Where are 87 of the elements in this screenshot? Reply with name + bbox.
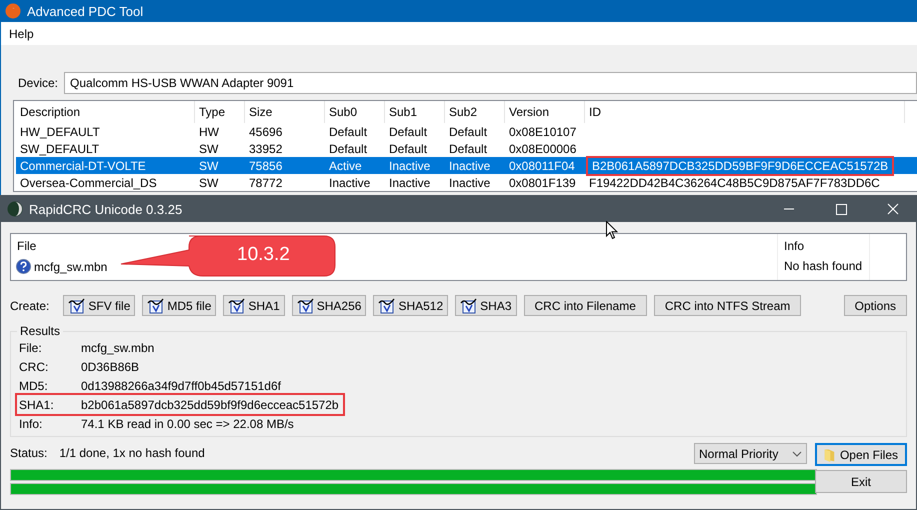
result-value: mcfg_sw.mbn	[81, 340, 154, 354]
table-cell: HW	[199, 124, 219, 138]
exit-button[interactable]: Exit	[815, 470, 907, 493]
checksum-file-icon	[460, 298, 478, 314]
chevron-down-icon	[792, 450, 802, 456]
table-cell: Active	[329, 158, 362, 172]
column-header[interactable]: Size	[245, 101, 325, 123]
table-cell: 78772	[249, 176, 282, 190]
menu-item[interactable]: Help	[9, 26, 34, 40]
table-cell: 75856	[249, 158, 282, 172]
create-label: Create:	[10, 298, 50, 312]
table-cell: SW_DEFAULT	[20, 142, 100, 156]
table-cell: 0x08E00006	[509, 142, 576, 156]
table-cell: Default	[329, 142, 368, 156]
result-value: 0d13988266a34f9d7ff0b45d57151d6f	[81, 378, 281, 392]
checksum-file-icon	[147, 298, 166, 314]
create-button[interactable]: SHA512	[373, 295, 448, 316]
status-label: Status:	[10, 446, 48, 460]
info-text: No hash found	[784, 259, 864, 273]
checksum-file-icon	[296, 298, 315, 314]
table-cell: Default	[389, 124, 428, 138]
table-cell: Default	[389, 142, 428, 156]
result-label: Info:	[19, 416, 44, 430]
table-cell: SW	[199, 142, 218, 156]
app-logo-icon	[5, 3, 21, 19]
result-value: 0D36B86B	[81, 360, 140, 374]
result-value: b2b061a5897dcb325dd59bf9f9d6ecceac51572b	[81, 398, 339, 412]
result-value: 74.1 KB read in 0.00 sec => 22.08 MB/s	[81, 416, 294, 430]
column-header[interactable]: Sub2	[445, 101, 505, 123]
table-row[interactable]: HW_DEFAULT HW 45696 Default Default Default 0x08E10107	[16, 123, 917, 140]
column-header[interactable]: Info	[784, 239, 869, 253]
app-logo-icon	[7, 201, 23, 217]
checksum-file-icon	[68, 298, 86, 314]
table-cell: Inactive	[449, 176, 490, 190]
column-header[interactable]: ID	[585, 101, 905, 123]
result-label: MD5:	[19, 378, 49, 392]
question-icon	[16, 259, 31, 274]
table-row[interactable]: Commercial-DT-VOLTE SW 75856 Active Inactive Inactive 0x08011F04 B2B061A5897DCB325DD59BF9F9D6ECCEAC51572B	[16, 157, 917, 174]
table-cell: B2B061A5897DCB325DD59BF9F9D6ECCEAC51572B	[589, 158, 892, 172]
result-label: File:	[19, 340, 43, 354]
open-files-button[interactable]: Open Files	[815, 443, 907, 466]
create-button[interactable]: SHA256	[292, 295, 366, 316]
create-button[interactable]: MD5 file	[142, 295, 216, 316]
create-button[interactable]: SHA3	[455, 295, 517, 316]
create-button[interactable]: CRC into Filename	[524, 295, 647, 316]
table-cell: Inactive	[389, 158, 430, 172]
checksum-file-icon	[378, 298, 396, 314]
create-button[interactable]: CRC into NTFS Stream	[654, 295, 802, 316]
column-header[interactable]: Sub0	[325, 101, 385, 123]
checksum-file-icon	[228, 298, 246, 314]
table-cell: 0x0801F139	[509, 176, 576, 190]
table-cell: HW_DEFAULT	[20, 124, 100, 138]
table-cell: Default	[449, 142, 488, 156]
table-cell: Default	[329, 124, 368, 138]
window-title: RapidCRC Unicode 0.3.25	[29, 202, 182, 216]
table-cell: 33952	[249, 142, 282, 156]
create-button[interactable]: SFV file	[63, 295, 136, 316]
column-header[interactable]: Description	[16, 101, 195, 123]
column-header[interactable]: Version	[505, 101, 585, 123]
table-cell: SW	[199, 176, 218, 190]
table-cell: 0x08E10107	[509, 124, 576, 138]
device-label: Device:	[18, 76, 58, 90]
priority-dropdown[interactable]: Normal Priority	[694, 443, 807, 464]
status-text: 1/1 done, 1x no hash found	[59, 446, 205, 460]
table-cell: SW	[199, 158, 218, 172]
table-cell: Inactive	[329, 176, 370, 190]
table-row[interactable]: SW_DEFAULT SW 33952 Default Default Default 0x08E00006	[16, 140, 917, 157]
table-cell: 45696	[249, 124, 282, 138]
table-cell: F19422DD42B4C36264C48B5C9D875AF7F783DD6C	[589, 176, 880, 190]
result-label: CRC:	[19, 360, 50, 374]
column-header[interactable]: Sub1	[385, 101, 445, 123]
table-cell: Default	[449, 124, 488, 138]
table-cell: 0x08011F04	[509, 158, 575, 172]
callout-label: 10.3.2	[237, 244, 290, 266]
column-header[interactable]: Type	[195, 101, 245, 123]
table-row[interactable]: Oversea-Commercial_DS SW 78772 Inactive Inactive Inactive 0x0801F139 F19422DD42B4C36264C48B5C9D875AF7F783DD6C	[16, 174, 917, 191]
options-button[interactable]: Options	[844, 295, 907, 316]
table-cell: Commercial-DT-VOLTE	[20, 158, 146, 172]
group-title: Results	[19, 324, 62, 338]
table-cell: Oversea-Commercial_DS	[20, 176, 157, 190]
table-cell: Inactive	[389, 176, 430, 190]
file-name[interactable]: mcfg_sw.mbn	[34, 260, 108, 274]
create-button[interactable]: SHA1	[223, 295, 285, 316]
table-cell: Inactive	[449, 158, 490, 172]
window-title: Advanced PDC Tool	[27, 4, 144, 18]
result-label: SHA1:	[19, 398, 55, 412]
device-field[interactable]: Qualcomm HS-USB WWAN Adapter 9091	[64, 72, 917, 94]
